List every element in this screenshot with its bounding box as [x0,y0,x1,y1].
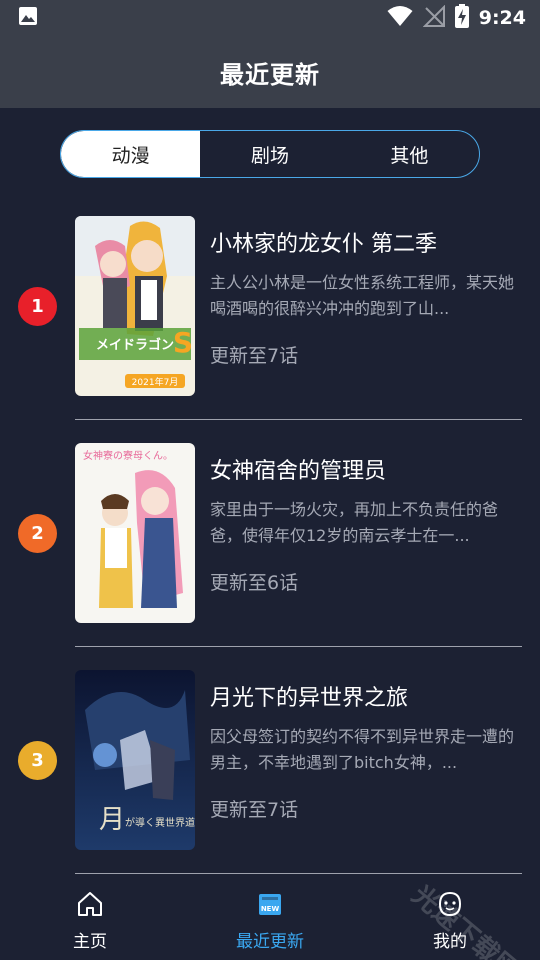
app-header: 最近更新 [0,36,540,108]
battery-charging-icon [454,4,469,32]
home-icon [76,890,104,923]
tab-other[interactable]: 其他 [340,131,479,177]
tab-theater[interactable]: 剧场 [200,131,339,177]
status-bar: 9:24 [0,0,540,36]
cover-image[interactable]: 女神寮の寮母くん。 [75,443,195,623]
divider [75,873,522,874]
nav-home[interactable]: 主页 [0,878,180,960]
nav-recent-updates[interactable]: NEW 最近更新 [180,878,360,960]
item-update-status: 更新至7话 [210,345,299,367]
svg-text:メイドラゴン: メイドラゴン [96,337,174,353]
item-title[interactable]: 女神宿舍的管理员 [210,453,520,485]
svg-text:S: S [173,326,193,359]
page-title: 最近更新 [220,60,320,89]
item-update-status: 更新至6话 [210,572,299,594]
status-time: 9:24 [478,7,526,29]
no-signal-icon [422,4,445,31]
list-item[interactable]: 2 女神寮の寮母くん。 女神宿舍的管理员 家里由于一场火灾，再加上不负责任的爸爸… [0,423,540,650]
new-badge-icon: NEW [256,890,284,923]
list-item[interactable]: 3 月 が導く異世界道中 月光下的异世界之旅 因父母签订的契约不得不到异世界走一… [0,650,540,877]
item-description: 因父母签订的契约不得不到异世界走一遭的男主，不幸地遇到了bitch女神，... [210,727,515,772]
nav-profile-label: 我的 [433,932,467,952]
divider [75,419,522,420]
item-title[interactable]: 月光下的异世界之旅 [210,680,520,712]
cover-image[interactable]: 月 が導く異世界道中 [75,670,195,850]
rank-badge: 3 [18,741,57,780]
item-update-status: 更新至7话 [210,799,299,821]
nav-home-label: 主页 [73,932,107,952]
nav-recent-label: 最近更新 [236,932,304,952]
bottom-navigation: 主页 NEW 最近更新 我的 [0,878,540,960]
svg-text:女神寮の寮母くん。: 女神寮の寮母くん。 [83,449,173,462]
svg-text:月: 月 [99,805,125,835]
tab-anime[interactable]: 动漫 [61,131,201,177]
wifi-icon [387,5,413,31]
nav-profile[interactable]: 我的 [360,878,540,960]
item-description: 家里由于一场火灾，再加上不负责任的爸爸，使得年仅12岁的南云孝士在一... [210,500,499,545]
list-item[interactable]: 1 メイドラゴン S 2021年7月 小林家的龙女仆 第二季 主人公小林是一位女… [0,196,540,423]
divider [75,646,522,647]
profile-face-icon [436,890,464,923]
rank-badge: 1 [18,287,57,326]
item-title[interactable]: 小林家的龙女仆 第二季 [210,226,520,258]
item-description: 主人公小林是一位女性系统工程师，某天她喝酒喝的很醉兴冲冲的跑到了山... [210,273,515,318]
category-tabs: 动漫 剧场 其他 [60,130,480,178]
rank-badge: 2 [18,514,57,553]
svg-text:が導く異世界道中: が導く異世界道中 [125,816,195,829]
svg-text:NEW: NEW [261,905,280,913]
image-icon [18,6,38,30]
svg-text:2021年7月: 2021年7月 [132,376,179,388]
anime-list: 1 メイドラゴン S 2021年7月 小林家的龙女仆 第二季 主人公小林是一位女… [0,196,540,877]
cover-image[interactable]: メイドラゴン S 2021年7月 [75,216,195,396]
